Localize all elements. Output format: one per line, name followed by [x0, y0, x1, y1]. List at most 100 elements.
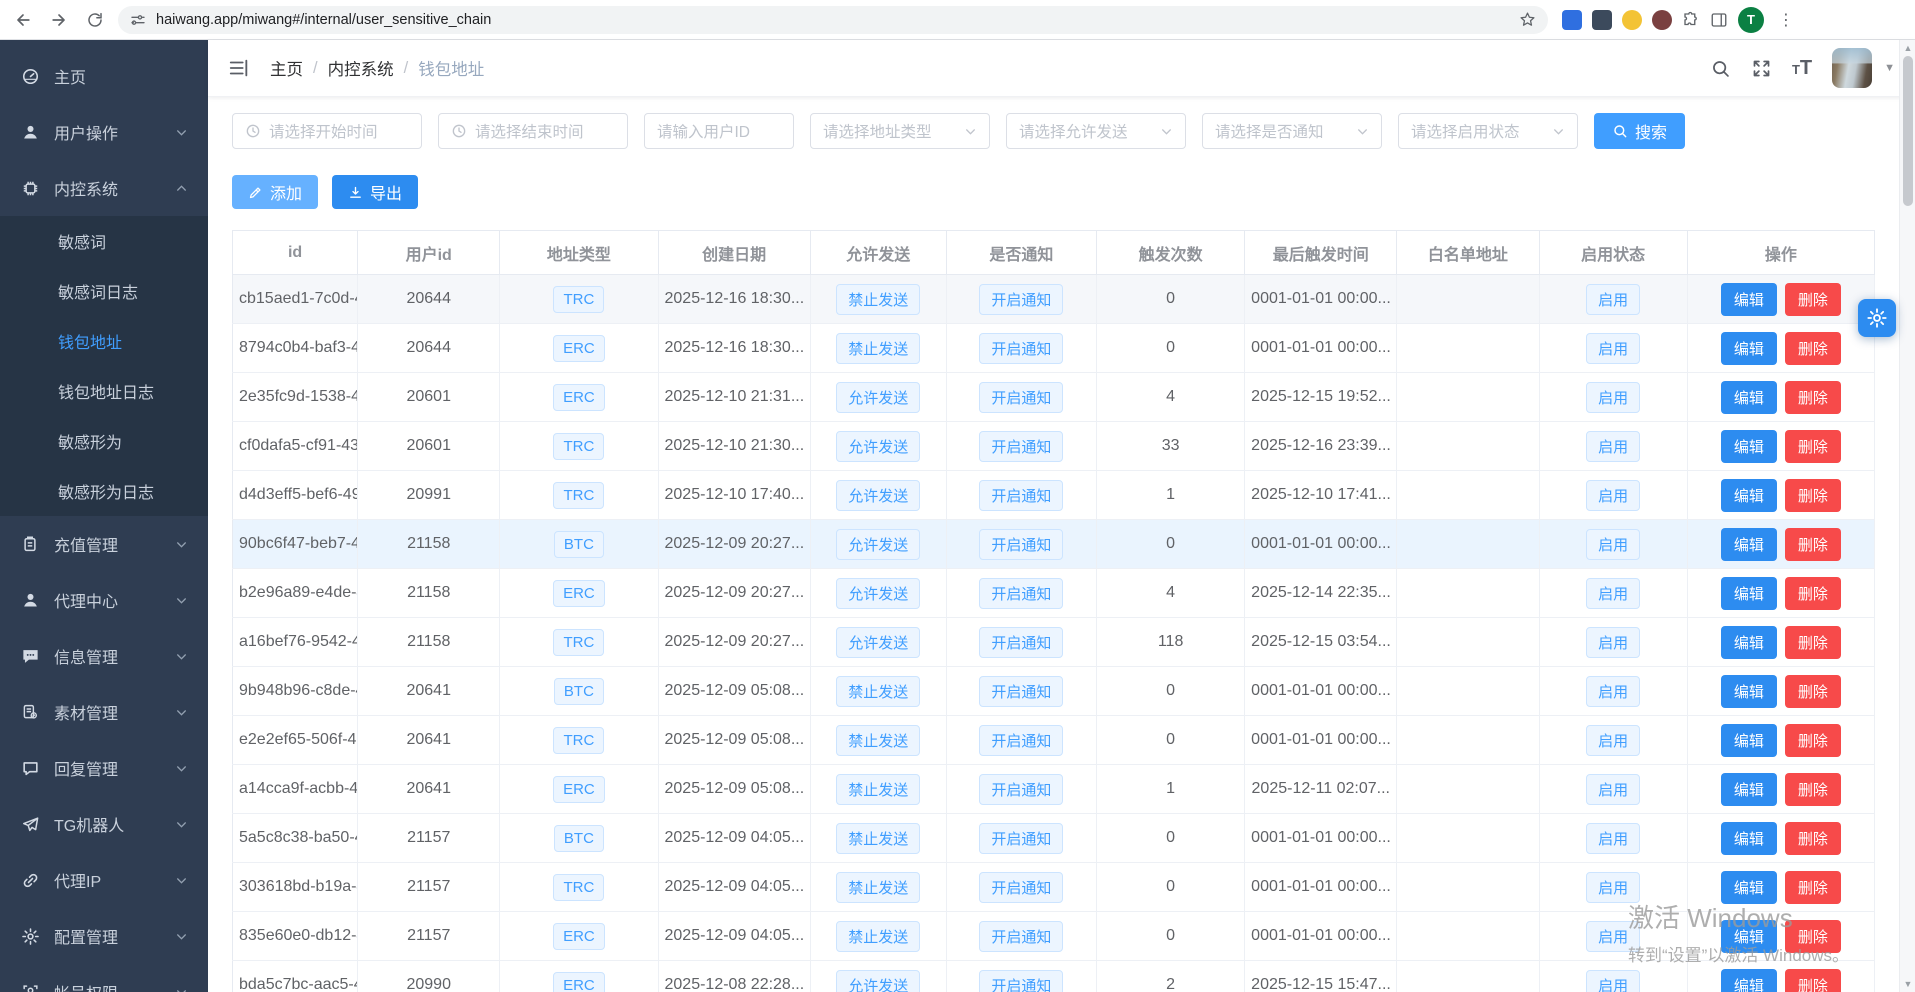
sidebar-subitem-2-5[interactable]: 敏感形为日志 [0, 466, 208, 516]
enable-status-badge[interactable]: 启用 [1586, 725, 1640, 756]
notify-badge[interactable]: 开启通知 [979, 480, 1063, 511]
notify-badge[interactable]: 开启通知 [979, 872, 1063, 903]
sidebar-subitem-2-3[interactable]: 钱包地址日志 [0, 366, 208, 416]
sidebar-subitem-2-4[interactable]: 敏感形为 [0, 416, 208, 466]
sidebar-item-5[interactable]: 信息管理 [0, 628, 208, 684]
browser-menu-icon[interactable]: ⋮ [1774, 10, 1798, 30]
sidebar-subitem-2-1[interactable]: 敏感词日志 [0, 266, 208, 316]
allow-send-badge[interactable]: 禁止发送 [836, 725, 920, 756]
scroll-up-icon[interactable]: ▲ [1900, 43, 1915, 53]
sidebar-toggle-icon[interactable] [228, 57, 250, 79]
user-id-input[interactable]: 请输入用户ID [644, 113, 794, 149]
enable-status-badge[interactable]: 启用 [1586, 823, 1640, 854]
sidebar-subitem-2-2[interactable]: 钱包地址 [0, 316, 208, 366]
sidebar-item-1[interactable]: 用户操作 [0, 104, 208, 160]
delete-button[interactable]: 删除 [1785, 724, 1841, 757]
sidebar-item-7[interactable]: 回复管理 [0, 740, 208, 796]
edit-button[interactable]: 编辑 [1721, 724, 1777, 757]
enable-status-badge[interactable]: 启用 [1586, 578, 1640, 609]
site-settings-icon[interactable] [130, 12, 146, 28]
allow-send-badge[interactable]: 禁止发送 [836, 823, 920, 854]
edit-button[interactable]: 编辑 [1721, 822, 1777, 855]
page-scrollbar[interactable]: ▲ ▼ [1899, 40, 1915, 992]
delete-button[interactable]: 删除 [1785, 773, 1841, 806]
search-button[interactable]: 搜索 [1594, 113, 1685, 149]
notify-badge[interactable]: 开启通知 [979, 970, 1063, 992]
notify-badge[interactable]: 开启通知 [979, 921, 1063, 952]
puzzle-icon[interactable] [1682, 11, 1700, 29]
scroll-down-icon[interactable]: ▼ [1900, 979, 1915, 989]
delete-button[interactable]: 删除 [1785, 822, 1841, 855]
bookmark-star-icon[interactable] [1519, 11, 1536, 28]
sidebar-item-8[interactable]: TG机器人 [0, 796, 208, 852]
notify-badge[interactable]: 开启通知 [979, 774, 1063, 805]
sidebar-item-0[interactable]: 主页 [0, 48, 208, 104]
notify-badge[interactable]: 开启通知 [979, 284, 1063, 315]
allow-send-badge[interactable]: 禁止发送 [836, 872, 920, 903]
settings-fab[interactable] [1858, 299, 1896, 337]
allow-send-badge[interactable]: 允许发送 [836, 529, 920, 560]
refresh-icon[interactable] [82, 7, 108, 33]
notify-select[interactable]: 请选择是否通知 [1202, 113, 1382, 149]
sidebar-item-3[interactable]: 充值管理 [0, 516, 208, 572]
notify-badge[interactable]: 开启通知 [979, 431, 1063, 462]
allow-send-badge[interactable]: 允许发送 [836, 382, 920, 413]
avatar-caret-icon[interactable]: ▼ [1884, 62, 1895, 74]
enable-status-badge[interactable]: 启用 [1586, 872, 1640, 903]
delete-button[interactable]: 删除 [1785, 969, 1841, 992]
delete-button[interactable]: 删除 [1785, 920, 1841, 953]
edit-button[interactable]: 编辑 [1721, 332, 1777, 365]
delete-button[interactable]: 删除 [1785, 381, 1841, 414]
notify-badge[interactable]: 开启通知 [979, 823, 1063, 854]
fullscreen-icon[interactable] [1751, 58, 1772, 79]
allow-send-badge[interactable]: 禁止发送 [836, 284, 920, 315]
enable-status-badge[interactable]: 启用 [1586, 676, 1640, 707]
end-time-picker[interactable]: 请选择结束时间 [438, 113, 628, 149]
allow-send-badge[interactable]: 禁止发送 [836, 333, 920, 364]
notify-badge[interactable]: 开启通知 [979, 676, 1063, 707]
edit-button[interactable]: 编辑 [1721, 528, 1777, 561]
edit-button[interactable]: 编辑 [1721, 871, 1777, 904]
sidebar-item-11[interactable]: 帐号权限 [0, 964, 208, 992]
delete-button[interactable]: 删除 [1785, 577, 1841, 610]
scrollbar-thumb[interactable] [1903, 56, 1913, 206]
side-panel-icon[interactable] [1710, 11, 1728, 29]
start-time-picker[interactable]: 请选择开始时间 [232, 113, 422, 149]
user-avatar[interactable] [1832, 48, 1872, 88]
breadcrumb-item-1[interactable]: 内控系统 [328, 56, 394, 80]
search-icon[interactable] [1710, 58, 1731, 79]
forward-icon[interactable] [46, 7, 72, 33]
edit-button[interactable]: 编辑 [1721, 577, 1777, 610]
delete-button[interactable]: 删除 [1785, 626, 1841, 659]
notify-badge[interactable]: 开启通知 [979, 333, 1063, 364]
delete-button[interactable]: 删除 [1785, 479, 1841, 512]
notify-badge[interactable]: 开启通知 [979, 627, 1063, 658]
edit-button[interactable]: 编辑 [1721, 626, 1777, 659]
address-type-select[interactable]: 请选择地址类型 [810, 113, 990, 149]
extension-icon-2[interactable] [1592, 10, 1612, 30]
delete-button[interactable]: 删除 [1785, 528, 1841, 561]
enable-status-select[interactable]: 请选择启用状态 [1398, 113, 1578, 149]
delete-button[interactable]: 删除 [1785, 430, 1841, 463]
enable-status-badge[interactable]: 启用 [1586, 431, 1640, 462]
enable-status-badge[interactable]: 启用 [1586, 284, 1640, 315]
sidebar-item-2[interactable]: 内控系统 [0, 160, 208, 216]
allow-send-badge[interactable]: 允许发送 [836, 431, 920, 462]
edit-button[interactable]: 编辑 [1721, 430, 1777, 463]
font-size-icon[interactable]: TT [1792, 57, 1812, 80]
enable-status-badge[interactable]: 启用 [1586, 921, 1640, 952]
allow-send-badge[interactable]: 允许发送 [836, 480, 920, 511]
enable-status-badge[interactable]: 启用 [1586, 529, 1640, 560]
notify-badge[interactable]: 开启通知 [979, 725, 1063, 756]
delete-button[interactable]: 删除 [1785, 871, 1841, 904]
sidebar-item-6[interactable]: 素材管理 [0, 684, 208, 740]
add-button[interactable]: 添加 [232, 175, 318, 209]
breadcrumb-item-0[interactable]: 主页 [270, 56, 303, 80]
sidebar-item-10[interactable]: 配置管理 [0, 908, 208, 964]
back-icon[interactable] [10, 7, 36, 33]
allow-send-badge[interactable]: 禁止发送 [836, 774, 920, 805]
allow-send-select[interactable]: 请选择允许发送 [1006, 113, 1186, 149]
allow-send-badge[interactable]: 允许发送 [836, 578, 920, 609]
enable-status-badge[interactable]: 启用 [1586, 774, 1640, 805]
edit-button[interactable]: 编辑 [1721, 479, 1777, 512]
